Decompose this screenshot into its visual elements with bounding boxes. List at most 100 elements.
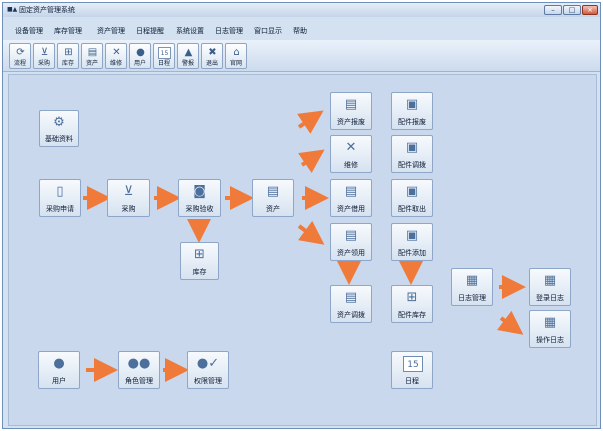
operation-log-icon: ▦: [543, 315, 557, 330]
toolbar-button-user[interactable]: ● 用户: [129, 43, 151, 69]
log-icon: ▦: [465, 273, 479, 288]
users-icon: ●●: [127, 356, 151, 371]
calendar-icon: 15: [158, 47, 171, 59]
asset-icon: ▤: [87, 47, 98, 58]
flow-node-purchase-accept[interactable]: ◙ 采购验收: [178, 179, 221, 217]
flow-label-basic-data: 基础资料: [45, 135, 73, 143]
flow-node-permission-manage[interactable]: ●✓ 权限管理: [187, 351, 229, 389]
flow-node-part-remove[interactable]: ▣ 配件取出: [391, 179, 433, 217]
close-button[interactable]: ×: [582, 5, 598, 15]
flow-label-purchase: 采购: [121, 205, 136, 213]
flow-label-login-log: 登录日志: [536, 294, 564, 302]
toolbar-label-alarm: 警报: [181, 60, 194, 67]
flow-node-log-manage[interactable]: ▦ 日志管理: [451, 268, 493, 306]
part-inventory-icon: ⊞: [406, 290, 418, 305]
flow-label-part-remove: 配件取出: [398, 205, 426, 213]
flow-label-purchase-request: 采购申请: [46, 205, 74, 213]
flow-label-asset-collect: 资产领用: [337, 249, 365, 257]
asset-transfer-icon: ▤: [344, 290, 358, 305]
flow-label-schedule: 日程: [405, 377, 419, 385]
floppy-icon: ◙: [193, 184, 206, 199]
flow-label-asset-scrap: 资产报废: [337, 118, 365, 126]
title-bar[interactable]: ■▲ 固定资产管理系统 – □ ×: [3, 3, 600, 17]
toolbar-button-exit[interactable]: ✖ 退出: [201, 43, 223, 69]
toolbar-button-repair[interactable]: ✕ 维修: [105, 43, 127, 69]
flow-node-inventory[interactable]: ⊞ 库存: [180, 242, 219, 280]
app-icon: ■▲: [7, 6, 18, 13]
flow-label-repair: 维修: [344, 161, 358, 169]
user-icon: ●: [136, 47, 145, 58]
flow-node-asset-collect[interactable]: ▤ 资产领用: [330, 223, 372, 261]
menu-log-management[interactable]: 日志管理: [215, 26, 243, 36]
flow-node-asset-borrow[interactable]: ▤ 资产借用: [330, 179, 372, 217]
flow-label-asset-borrow: 资产借用: [337, 205, 365, 213]
toolbar-label-user: 用户: [133, 60, 146, 67]
toolbar-button-asset[interactable]: ▤ 资产: [81, 43, 103, 69]
menu-device-management[interactable]: 设备管理: [15, 26, 43, 36]
workflow-canvas: ⚙ 基础资料 ▯ 采购申请 ⊻ 采购 ◙ 采购验收 ⊞ 库存 ▤ 资产 ▤ 资产…: [8, 74, 597, 426]
flow-node-asset-scrap[interactable]: ▤ 资产报废: [330, 92, 372, 130]
cart-icon: ⊻: [40, 47, 49, 58]
window-title: 固定资产管理系统: [19, 6, 75, 14]
flow-node-user[interactable]: ● 用户: [38, 351, 80, 389]
document-icon: ▯: [56, 184, 64, 199]
arrow-asset-to-repair: [298, 149, 325, 173]
wrench-icon: ✕: [112, 47, 121, 58]
flow-node-basic-data[interactable]: ⚙ 基础资料: [39, 110, 79, 147]
flow-label-asset: 资产: [266, 205, 280, 213]
flow-node-role-manage[interactable]: ●● 角色管理: [118, 351, 160, 389]
flow-node-purchase[interactable]: ⊻ 采购: [107, 179, 150, 217]
flow-node-login-log[interactable]: ▦ 登录日志: [529, 268, 571, 306]
menu-inventory-management[interactable]: 库存管理: [54, 26, 82, 36]
toolbar-label-inventory: 库存: [61, 60, 74, 67]
workflow-icon: ⟳: [16, 47, 25, 58]
menu-help[interactable]: 帮助: [293, 26, 307, 36]
menu-schedule-reminder[interactable]: 日程提醒: [136, 26, 164, 36]
toolbar-button-schedule[interactable]: 15 日程: [153, 43, 175, 69]
flow-node-operation-log[interactable]: ▦ 操作日志: [529, 310, 571, 348]
menu-asset-management[interactable]: 资产管理: [97, 26, 125, 36]
part-add-icon: ▣: [405, 228, 419, 243]
flow-label-purchase-accept: 采购验收: [185, 205, 214, 213]
asset-icon: ▤: [266, 184, 280, 199]
flow-node-asset-transfer[interactable]: ▤ 资产调拨: [330, 285, 372, 323]
flow-label-log-manage: 日志管理: [458, 294, 486, 302]
flow-node-part-inventory[interactable]: ⊞ 配件库存: [391, 285, 433, 323]
asset-scrap-icon: ▤: [344, 97, 358, 112]
flow-node-repair[interactable]: ✕ 维修: [330, 135, 372, 173]
home-icon: ⌂: [233, 47, 240, 58]
toolbar-button-alarm[interactable]: ▲ 警报: [177, 43, 199, 69]
flow-label-inventory: 库存: [192, 268, 207, 276]
flow-label-operation-log: 操作日志: [536, 336, 564, 344]
flow-label-part-scrap: 配件报废: [398, 118, 426, 126]
toolbar-button-workflow[interactable]: ⟳ 流程: [9, 43, 31, 69]
flow-node-schedule[interactable]: 15 日程: [391, 351, 433, 389]
part-scrap-icon: ▣: [405, 97, 419, 112]
flow-node-part-transfer[interactable]: ▣ 配件调拨: [391, 135, 433, 173]
toolbar-label-workflow: 流程: [13, 60, 26, 67]
toolbar: ⟳ 流程 ⊻ 采购 ⊞ 库存 ▤ 资产 ✕ 维修 ● 用户 15 日程 ▲ 警报: [3, 40, 600, 72]
part-remove-icon: ▣: [405, 184, 419, 199]
flow-node-part-add[interactable]: ▣ 配件添加: [391, 223, 433, 261]
flow-node-part-scrap[interactable]: ▣ 配件报废: [391, 92, 433, 130]
flow-label-asset-transfer: 资产调拨: [337, 311, 365, 319]
maximize-button[interactable]: □: [563, 5, 581, 15]
flow-node-purchase-request[interactable]: ▯ 采购申请: [39, 179, 81, 217]
user-icon: ●: [53, 356, 65, 371]
menu-bar: 设备管理 库存管理 资产管理 日程提醒 系统设置 日志管理 窗口显示 帮助: [3, 25, 600, 37]
flow-node-asset[interactable]: ▤ 资产: [252, 179, 294, 217]
menu-system-settings[interactable]: 系统设置: [176, 26, 204, 36]
arrow-log-to-operation: [497, 310, 524, 335]
flow-label-part-add: 配件添加: [398, 249, 426, 257]
toolbar-label-website: 官网: [229, 60, 242, 67]
toolbar-button-website[interactable]: ⌂ 官网: [225, 43, 247, 69]
asset-collect-icon: ▤: [344, 228, 358, 243]
flow-label-role-manage: 角色管理: [125, 377, 153, 385]
part-transfer-icon: ▣: [405, 140, 419, 155]
menu-window-display[interactable]: 窗口显示: [254, 26, 282, 36]
toolbar-button-purchase[interactable]: ⊻ 采购: [33, 43, 55, 69]
flow-arrows: [83, 110, 526, 382]
toolbar-button-inventory[interactable]: ⊞ 库存: [57, 43, 79, 69]
toolbar-label-exit: 退出: [205, 60, 218, 67]
minimize-button[interactable]: –: [544, 5, 562, 15]
